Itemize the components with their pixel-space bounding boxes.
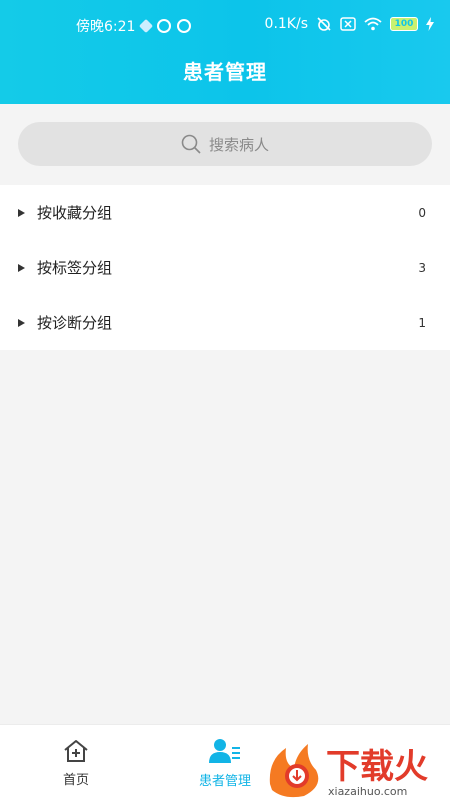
network-speed: 0.1K/s (264, 16, 308, 32)
page-title: 患者管理 (183, 60, 267, 84)
app-status-icon-2 (177, 19, 192, 33)
status-left: 傍晚6:21 (76, 16, 192, 36)
tab-label: 患者管理 (198, 773, 251, 789)
expand-arrow-icon (18, 263, 25, 272)
search-input[interactable]: 搜索病人 (18, 122, 432, 166)
status-bar: 傍晚6:21 0.1K/s 100 (0, 0, 450, 48)
expand-arrow-icon (18, 318, 25, 327)
watermark-brand: 下载火 (326, 747, 428, 787)
tab-label: 首页 (62, 772, 89, 788)
expand-arrow-icon (18, 208, 25, 217)
group-list: 按收藏分组 0 按标签分组 3 按诊断分组 1 (0, 185, 450, 350)
app-status-icon (157, 19, 172, 33)
status-time: 傍晚6:21 (76, 19, 136, 35)
search-placeholder: 搜索病人 (208, 135, 269, 154)
group-count: 0 (418, 205, 426, 220)
group-row-favorites[interactable]: 按收藏分组 0 (0, 185, 450, 240)
sim-off-icon (340, 17, 356, 31)
group-label: 按诊断分组 (37, 314, 113, 332)
app-header: 傍晚6:21 0.1K/s 100 患者管理 (0, 0, 450, 104)
group-label: 按标签分组 (37, 259, 113, 277)
group-row-diagnosis[interactable]: 按诊断分组 1 (0, 295, 450, 350)
watermark-logo: 下载火 xiazaihuo.com (269, 744, 428, 798)
patient-list-icon (209, 738, 240, 763)
notification-icon (139, 18, 154, 34)
wifi-icon (364, 17, 382, 31)
alarm-off-icon (317, 17, 331, 31)
search-icon (181, 134, 201, 154)
group-label: 按收藏分组 (37, 204, 113, 222)
tab-home[interactable]: 首页 (38, 725, 114, 800)
status-right: 0.1K/s 100 (265, 16, 434, 32)
tab-patient-management[interactable]: 患者管理 (186, 725, 264, 800)
home-plus-icon (64, 739, 88, 762)
charging-icon (426, 17, 434, 31)
group-row-tags[interactable]: 按标签分组 3 (0, 240, 450, 295)
group-count: 1 (418, 315, 426, 330)
watermark-url: xiazaihuo.com (328, 785, 407, 798)
group-count: 3 (418, 260, 426, 275)
battery-icon: 100 (390, 17, 418, 31)
